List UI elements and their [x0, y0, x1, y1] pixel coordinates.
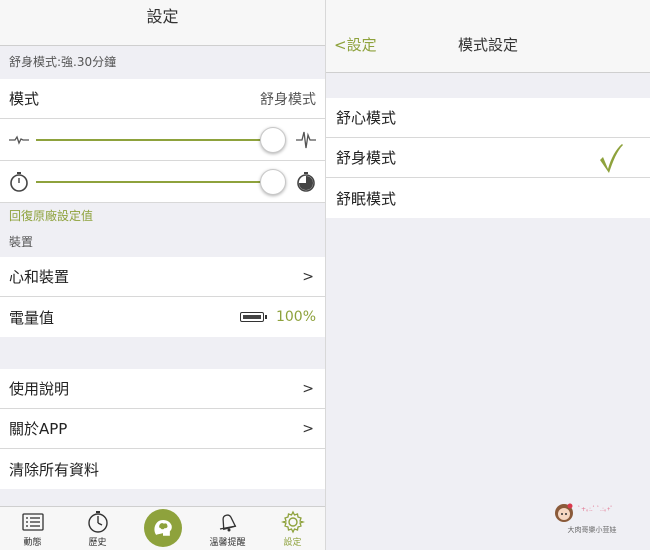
device-row[interactable]: 心和裝置 > — [0, 257, 325, 297]
duration-track — [36, 181, 285, 183]
mode-option-body[interactable]: 舒身模式 — [326, 138, 650, 178]
device-label: 心和裝置 — [9, 268, 70, 286]
reset-defaults-link[interactable]: 回復原廠設定值 — [0, 203, 325, 231]
settings-screen: 設定 舒身模式:強.30分鐘 模式 舒身模式 回復原廠設定值 裝置 心和裝置 >… — [0, 0, 325, 550]
tab-bar: 動態 歷史 溫馨提醒 設定 — [0, 506, 325, 550]
watermark: ﾟ+｡:.ﾟ ﾟ.:｡+ﾟ 大肉哥樂小荳娃 — [550, 500, 634, 536]
mode-option-label: 舒心模式 — [336, 109, 397, 127]
bell-icon — [219, 514, 236, 532]
tab-settings[interactable]: 設定 — [260, 507, 325, 550]
chevron-right-icon: > — [302, 268, 314, 285]
pulse-high-icon — [296, 131, 316, 149]
timer-empty-icon — [10, 172, 28, 192]
manual-label: 使用說明 — [9, 380, 70, 398]
duration-thumb[interactable] — [259, 169, 286, 195]
settings-header: 設定 — [0, 0, 325, 46]
mode-option-mind[interactable]: 舒心模式 — [326, 98, 650, 138]
chevron-right-icon: > — [302, 420, 314, 437]
clear-data-label: 清除所有資料 — [9, 460, 100, 479]
battery-row: 電量值 100% — [0, 297, 325, 337]
mode-list: 舒心模式 舒身模式 舒眠模式 — [326, 98, 650, 218]
tab-reminder[interactable]: 溫馨提醒 — [195, 507, 260, 550]
tab-label: 歷史 — [88, 538, 107, 548]
manual-row[interactable]: 使用說明 > — [0, 369, 325, 409]
tab-label: 設定 — [283, 538, 302, 548]
intensity-thumb[interactable] — [259, 127, 286, 153]
chevron-right-icon: > — [302, 380, 314, 397]
watermark-subtext: ﾟ+｡:.ﾟ ﾟ.:｡+ﾟ — [578, 506, 614, 513]
about-app-row[interactable]: 關於APP > — [0, 409, 325, 449]
mode-value: 舒身模式 — [260, 91, 316, 108]
mode-option-label: 舒身模式 — [336, 149, 397, 167]
tab-history[interactable]: 歷史 — [65, 507, 130, 550]
mode-label: 模式 — [9, 90, 40, 108]
tab-label: 溫馨提醒 — [209, 538, 246, 548]
battery-icon — [239, 312, 267, 322]
pulse-low-icon — [9, 135, 29, 145]
timer-full-icon — [297, 172, 315, 192]
mode-settings-header: <設定 模式設定 — [326, 0, 650, 73]
about-app-label: 關於APP — [9, 420, 68, 438]
mode-section-label: 舒身模式:強.30分鐘 — [9, 55, 117, 69]
brain-icon — [143, 509, 182, 547]
intensity-track — [36, 139, 285, 141]
mode-row[interactable]: 模式 舒身模式 — [0, 79, 325, 119]
list-icon — [21, 513, 44, 531]
duration-slider[interactable] — [0, 161, 325, 203]
mode-settings-screen: <設定 模式設定 舒心模式 舒身模式 舒眠模式 ﾟ+｡:.ﾟ ﾟ.:｡+ﾟ 大肉… — [326, 0, 650, 550]
battery-percent: 100% — [275, 309, 316, 325]
page-title: 設定 — [146, 7, 179, 26]
watermark-face-icon — [555, 503, 573, 522]
mode-option-label: 舒眠模式 — [336, 189, 397, 208]
tab-main[interactable] — [130, 507, 195, 550]
checkmark-icon — [600, 144, 623, 173]
page-title: 模式設定 — [457, 36, 518, 54]
tab-label: 動態 — [23, 538, 42, 548]
device-section-label: 裝置 — [9, 235, 34, 249]
mode-option-sleep[interactable]: 舒眠模式 — [326, 178, 650, 218]
intensity-slider[interactable] — [0, 119, 325, 161]
stopwatch-icon — [87, 511, 108, 533]
gear-icon — [280, 510, 305, 534]
tab-activity[interactable]: 動態 — [0, 507, 65, 550]
watermark-text: 大肉哥樂小荳娃 — [567, 526, 617, 534]
battery-label: 電量值 — [9, 308, 55, 327]
clear-data-row[interactable]: 清除所有資料 — [0, 449, 325, 489]
